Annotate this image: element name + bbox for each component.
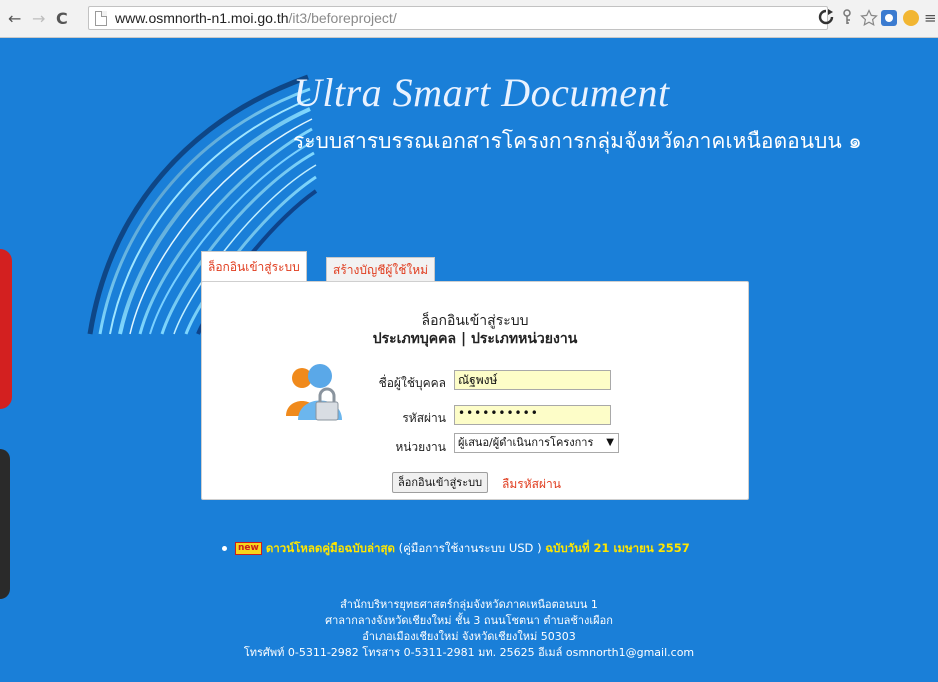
- reload-button[interactable]: C: [56, 10, 68, 28]
- app-title: Ultra Smart Document: [293, 70, 670, 115]
- footer-line-2: ศาลากลางจังหวัดเชียงใหม่ ชั้น 3 ถนนโชตนา…: [325, 614, 613, 627]
- login-button[interactable]: ล็อกอินเข้าสู่ระบบ: [392, 472, 489, 493]
- password-field[interactable]: ••••••••••: [454, 405, 611, 425]
- footer-line-1: สำนักบริหารยุทธศาสตร์กลุ่มจังหวัดภาคเหนื…: [340, 598, 598, 611]
- new-badge: new: [235, 542, 262, 555]
- password-label: รหัสผ่าน: [402, 411, 446, 425]
- bookmark-star-icon[interactable]: [860, 9, 878, 31]
- download-line: new ดาวน์โหลดคู่มือฉบับล่าสุด (คู่มือการใ…: [222, 540, 690, 558]
- extension-icon[interactable]: [881, 10, 897, 26]
- menu-icon[interactable]: ≡: [924, 9, 937, 27]
- login-panel: ล็อกอินเข้าสู่ระบบ ประเภทบุคคล | ประเภทห…: [201, 281, 749, 500]
- footer-line-3: อำเภอเมืองเชียงใหม่ จังหวัดเชียงใหม่ 503…: [362, 630, 576, 643]
- browser-toolbar: ← → C www.osmnorth-n1.moi.go.th/it3/befo…: [0, 0, 938, 38]
- app-subtitle: ระบบสารบรรณเอกสารโครงการกลุ่มจังหวัดภาคเ…: [293, 129, 862, 153]
- download-manual-link[interactable]: ดาวน์โหลดคู่มือฉบับล่าสุด: [266, 541, 395, 555]
- tab-login[interactable]: ล็อกอินเข้าสู่ระบบ: [201, 251, 307, 282]
- key-icon[interactable]: [842, 9, 852, 29]
- back-button[interactable]: ←: [8, 10, 21, 28]
- sync-icon[interactable]: [818, 9, 834, 29]
- unit-select-value: ผู้เสนอ/ผู้ดำเนินการโครงการ: [458, 436, 594, 449]
- url-path: /it3/beforeproject/: [288, 10, 397, 26]
- forward-button[interactable]: →: [32, 10, 45, 28]
- username-field[interactable]: ณัฐพงษ์: [454, 370, 611, 390]
- forgot-password-link[interactable]: ลืมรหัสผ่าน: [502, 475, 561, 494]
- url-text[interactable]: www.osmnorth-n1.moi.go.th/it3/beforeproj…: [115, 10, 397, 26]
- unit-select[interactable]: ผู้เสนอ/ผู้ดำเนินการโครงการ ▼: [454, 433, 619, 453]
- unit-label: หน่วยงาน: [395, 440, 446, 454]
- username-label: ชื่อผู้ใช้บุคคล: [378, 376, 446, 390]
- download-description: (คู่มือการใช้งานระบบ USD ): [398, 541, 542, 555]
- bullet-icon: [222, 546, 227, 551]
- extension-icon-2[interactable]: [903, 10, 919, 26]
- footer: สำนักบริหารยุทธศาสตร์กลุ่มจังหวัดภาคเหนื…: [0, 597, 938, 661]
- page-icon: [95, 11, 107, 26]
- page-content: Ultra Smart Document ระบบสารบรรณเอกสารโค…: [0, 39, 938, 682]
- address-bar[interactable]: www.osmnorth-n1.moi.go.th/it3/beforeproj…: [88, 6, 828, 30]
- url-host: www.osmnorth-n1.moi.go.th: [115, 10, 289, 26]
- login-subtitle: ประเภทบุคคล | ประเภทหน่วยงาน: [372, 331, 578, 347]
- user-lock-icon: [286, 364, 342, 421]
- footer-line-4: โทรศัพท์ 0-5311-2982 โทรสาร 0-5311-2981 …: [243, 646, 695, 659]
- download-date: ฉบับวันที่ 21 เมษายน 2557: [545, 541, 690, 555]
- edge-decoration: [0, 249, 12, 619]
- tab-register[interactable]: สร้างบัญชีผู้ใช้ใหม่: [326, 257, 436, 281]
- dropdown-arrow-icon: ▼: [606, 437, 614, 448]
